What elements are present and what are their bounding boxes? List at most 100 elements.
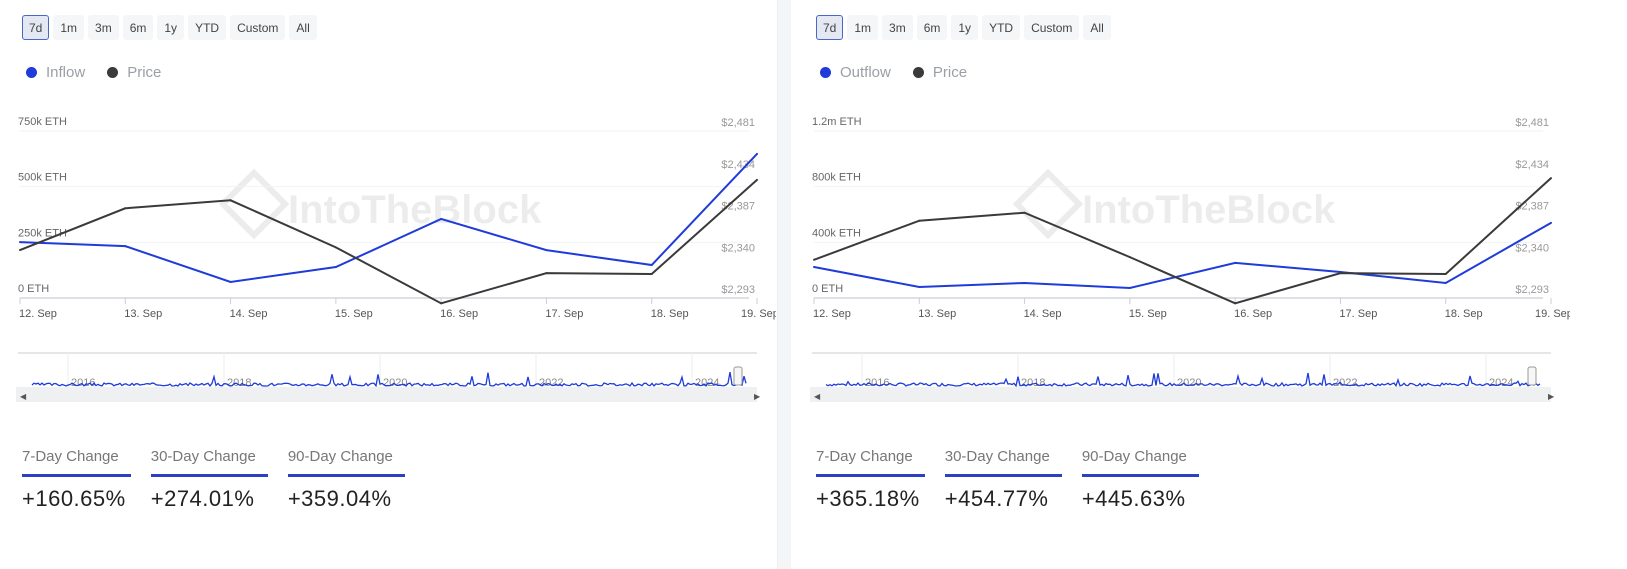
range-button-6m[interactable]: 6m	[916, 15, 948, 40]
range-button-ytd[interactable]: YTD	[982, 15, 1021, 40]
data-point-inflow[interactable]	[124, 245, 127, 248]
legend-label: Price	[127, 64, 162, 81]
x-tick-label: 17. Sep	[545, 308, 583, 320]
range-button-3m[interactable]: 3m	[882, 15, 913, 40]
y-right-tick-label: $2,293	[721, 284, 755, 296]
data-point-price[interactable]	[1128, 256, 1131, 259]
flow-dot-icon	[26, 67, 37, 78]
data-point-price[interactable]	[545, 272, 548, 275]
stat-value: +274.01%	[150, 486, 255, 511]
series-line-outflow	[813, 221, 1552, 289]
data-point-price[interactable]	[1023, 211, 1026, 214]
stat-30d[interactable]: 30-Day Change +274.01%	[150, 448, 268, 512]
range-button-3m[interactable]: 3m	[88, 15, 119, 40]
data-point-price[interactable]	[334, 246, 337, 249]
range-button-custom[interactable]: Custom	[1024, 15, 1080, 40]
data-point-inflow[interactable]	[650, 264, 653, 267]
data-point-price[interactable]	[1444, 273, 1447, 276]
data-point-price[interactable]	[229, 199, 232, 202]
x-tick-label: 19. Sep	[1535, 308, 1570, 320]
legend-item-flow[interactable]: Outflow	[820, 64, 891, 81]
range-button-7d[interactable]: 7d	[816, 15, 844, 40]
data-point-outflow[interactable]	[1550, 221, 1552, 224]
data-point-price[interactable]	[19, 249, 21, 252]
scroll-left-icon[interactable]: ◀	[20, 392, 27, 401]
data-point-price[interactable]	[918, 219, 921, 222]
data-point-outflow[interactable]	[1234, 261, 1237, 264]
x-tick-label: 16. Sep	[1234, 308, 1272, 320]
navigator[interactable]: 2016 2018 2020 2022 2024	[18, 352, 757, 389]
data-point-inflow[interactable]	[545, 249, 548, 252]
data-point-inflow[interactable]	[756, 152, 758, 155]
legend-item-flow[interactable]: Inflow	[26, 64, 85, 81]
range-button-all[interactable]: All	[289, 15, 317, 40]
stat-30d[interactable]: 30-Day Change +454.77%	[944, 448, 1062, 512]
stat-90d[interactable]: 90-Day Change +359.04%	[287, 448, 405, 512]
navigator[interactable]: 2016 2018 2020 2022 2024	[812, 352, 1551, 389]
legend: Outflow Price	[820, 64, 967, 81]
range-button-1m[interactable]: 1m	[53, 15, 85, 40]
data-point-outflow[interactable]	[1444, 281, 1447, 284]
y-right-tick-label: $2,434	[1515, 159, 1549, 171]
legend-item-price[interactable]: Price	[912, 64, 968, 81]
stat-value: +454.77%	[944, 486, 1049, 511]
data-point-price[interactable]	[1339, 272, 1342, 275]
data-point-inflow[interactable]	[19, 241, 21, 244]
data-point-inflow[interactable]	[440, 217, 443, 220]
y-left-tick-label: 1.2m ETH	[812, 116, 862, 128]
range-button-1y[interactable]: 1y	[951, 15, 979, 40]
range-button-ytd[interactable]: YTD	[188, 15, 227, 40]
stat-label: 90-Day Change	[1081, 448, 1199, 477]
range-button-7d[interactable]: 7d	[22, 15, 50, 40]
data-point-outflow[interactable]	[813, 265, 815, 268]
range-button-all[interactable]: All	[1083, 15, 1111, 40]
range-button-custom[interactable]: Custom	[230, 15, 286, 40]
watermark-logo: IntoTheBlock	[218, 168, 542, 240]
scroll-right-icon[interactable]: ▶	[1548, 392, 1555, 401]
stat-7d[interactable]: 7-Day Change +365.18%	[816, 448, 925, 512]
data-point-outflow[interactable]	[918, 286, 921, 289]
navigator-handle[interactable]	[733, 366, 743, 386]
y-right-tick-label: $2,340	[721, 242, 755, 254]
range-button-1m[interactable]: 1m	[847, 15, 879, 40]
scroll-left-icon[interactable]: ◀	[814, 392, 821, 401]
y-right-tick-label: $2,481	[1515, 117, 1549, 129]
data-point-price[interactable]	[440, 302, 443, 305]
data-point-price[interactable]	[1550, 177, 1552, 180]
stat-7d[interactable]: 7-Day Change +160.65%	[22, 448, 131, 512]
data-point-outflow[interactable]	[1128, 286, 1131, 289]
x-tick-label: 12. Sep	[813, 308, 851, 320]
legend-label: Price	[932, 64, 968, 81]
inflow-panel: 7d 1m 3m 6m 1y YTD Custom All Inflow Price Into…	[0, 0, 776, 569]
data-point-price[interactable]	[1234, 302, 1237, 305]
price-dot-icon	[107, 67, 119, 78]
data-point-inflow[interactable]	[229, 280, 232, 283]
stat-value: +359.04%	[287, 486, 392, 511]
navigator-scrollbar[interactable]	[16, 387, 757, 402]
data-point-inflow[interactable]	[334, 266, 337, 269]
stat-value: +365.18%	[816, 486, 920, 511]
y-left-tick-label: 800k ETH	[812, 172, 861, 184]
data-point-price[interactable]	[756, 178, 758, 181]
panel-divider	[777, 0, 791, 569]
range-button-1y[interactable]: 1y	[157, 15, 185, 40]
navigator-handle[interactable]	[1527, 366, 1537, 386]
range-button-6m[interactable]: 6m	[122, 15, 154, 40]
x-tick-label: 16. Sep	[440, 308, 478, 320]
x-tick-label: 12. Sep	[19, 308, 57, 320]
range-selector: 7d 1m 3m 6m 1y YTD Custom All	[22, 15, 317, 40]
navigator-scrollbar[interactable]	[810, 387, 1551, 402]
outflow-chart: IntoTheBlock 0 ETH 400k ETH 800k ETH 1.2m ET…	[810, 116, 1570, 402]
stat-value: +160.65%	[22, 486, 126, 511]
data-point-price[interactable]	[124, 207, 127, 210]
data-point-outflow[interactable]	[1023, 281, 1026, 284]
x-tick-label: 14. Sep	[1024, 308, 1062, 320]
x-tick-label: 15. Sep	[1129, 308, 1167, 320]
stat-90d[interactable]: 90-Day Change +445.63%	[1081, 448, 1199, 512]
scroll-right-icon[interactable]: ▶	[754, 392, 761, 401]
x-tick-label: 17. Sep	[1339, 308, 1377, 320]
data-point-price[interactable]	[650, 273, 653, 276]
range-selector: 7d 1m 3m 6m 1y YTD Custom All	[816, 15, 1111, 40]
legend-item-price[interactable]: Price	[107, 64, 161, 81]
data-point-price[interactable]	[813, 258, 815, 261]
